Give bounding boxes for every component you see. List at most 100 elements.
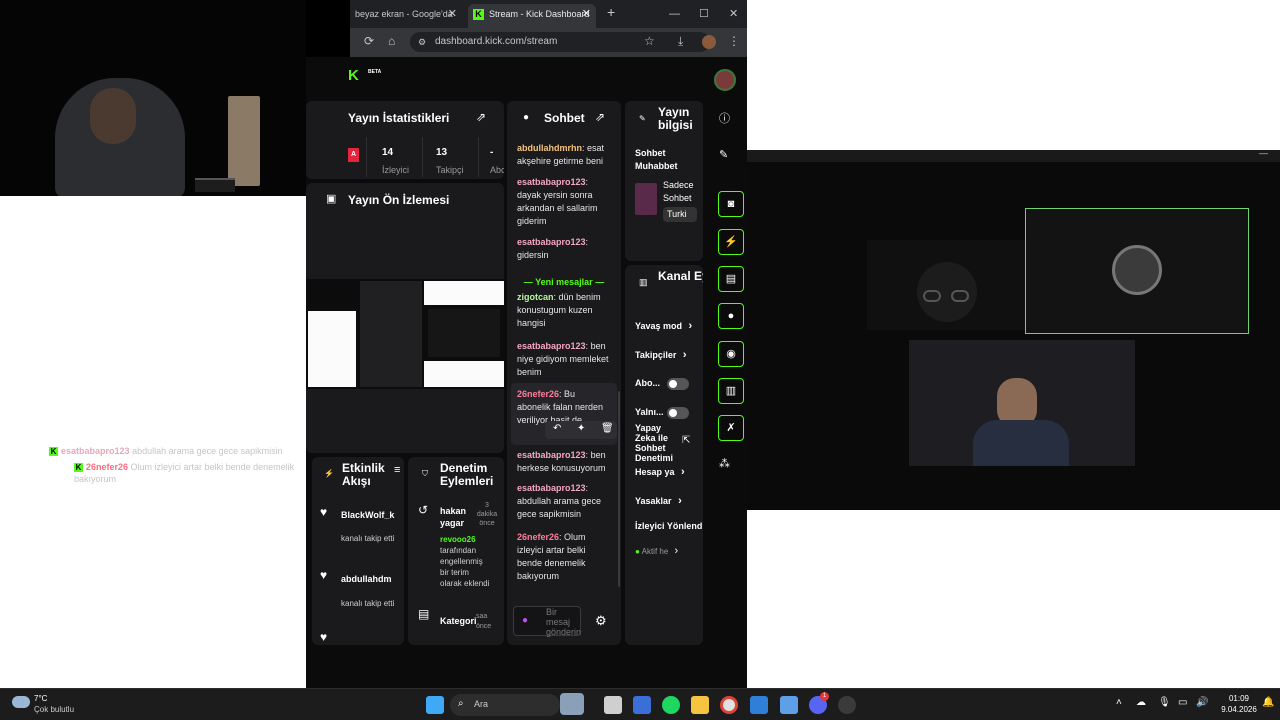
broadcast-icon[interactable]: ◉ — [718, 341, 744, 367]
ai-moderation-row[interactable]: Yapay Zeka ile Sohbet Denetimi — [635, 423, 681, 463]
subscribers-only-row: Abo... — [635, 378, 660, 388]
kick-badge-icon: K — [74, 463, 83, 473]
new-tab-button[interactable]: + — [602, 2, 622, 26]
bans-row[interactable]: Yasaklar › — [635, 495, 682, 507]
chrome-icon[interactable] — [720, 696, 738, 714]
delete-icon[interactable]: 🗑 — [601, 423, 614, 434]
obs-icon[interactable] — [838, 696, 856, 714]
info-icon[interactable]: ⓘ — [719, 110, 730, 126]
notes-icon[interactable]: ▤ — [718, 266, 744, 292]
activity-text: kanalı takip etti — [341, 534, 395, 543]
maximize-button[interactable]: ☐ — [694, 4, 714, 28]
chat-settings-icon[interactable]: ⚙ — [595, 613, 607, 629]
participant-video-active[interactable] — [1025, 208, 1249, 334]
external-link-icon[interactable]: ⇱ — [682, 435, 690, 446]
file-explorer-icon[interactable] — [691, 696, 709, 714]
category-thumbnail[interactable] — [635, 183, 657, 215]
tab-kick-dashboard[interactable]: K Stream - Kick Dashboard ✕ — [468, 4, 596, 28]
chat-message: abdullahdmrhn: esat akşehire getirme ben… — [517, 143, 605, 166]
volume-icon[interactable]: 🔊 — [1196, 697, 1208, 708]
camera-icon[interactable]: ◙ — [718, 191, 744, 217]
temperature[interactable]: 7°C — [34, 694, 47, 703]
cloud-icon[interactable] — [12, 696, 30, 708]
app-icon[interactable] — [780, 696, 798, 714]
icon-rail: ⓘ ✎ ◙ ⚡ ▤ ● ◉ ▥ ✗ ⁂ — [706, 101, 747, 481]
chat-input[interactable]: ● Bir mesaj gönderin — [513, 606, 581, 637]
followers-only-row[interactable]: Takipçiler › — [635, 349, 687, 361]
chat-message: esatbabapro123: ben herkese konusuyorum — [517, 450, 606, 473]
kick-logo[interactable]: K — [348, 67, 359, 84]
microphone-icon[interactable]: 🎙 — [1158, 697, 1171, 708]
slow-mode-row[interactable]: Yavaş mod › — [635, 320, 692, 332]
reply-icon[interactable]: ↶ — [553, 423, 561, 434]
moderator-name[interactable]: revooo26 — [440, 535, 476, 544]
close-window-button[interactable]: ✕ — [724, 4, 744, 28]
kick-badge-icon: K — [49, 447, 58, 457]
kick-favicon-icon: K — [473, 9, 484, 21]
store-icon[interactable] — [633, 696, 651, 714]
message-actions: ↶ ✦ 🗑 — [545, 421, 617, 439]
activity-title: Etkinlik Akışı — [342, 461, 385, 488]
minimize-icon[interactable]: — — [1259, 148, 1268, 158]
layout-icon[interactable]: ▥ — [718, 378, 744, 404]
category-name[interactable]: Sadece Sohbet — [663, 179, 697, 205]
live-badge: A — [348, 148, 359, 162]
participant-avatar — [1112, 245, 1162, 295]
chat-icon[interactable]: ● — [718, 303, 744, 329]
chat-scrollbar[interactable] — [618, 391, 620, 587]
network-icon[interactable]: ▭ — [1178, 697, 1187, 708]
bookmark-star-icon[interactable]: ☆ — [644, 34, 655, 48]
moderation-user: hakan yagar — [440, 506, 467, 528]
filter-icon[interactable]: ≡ — [394, 464, 400, 476]
moderation-time: saa önce — [476, 613, 492, 630]
close-tab-icon[interactable]: ✕ — [582, 4, 591, 24]
account-age-row[interactable]: Hesap ya › — [635, 466, 685, 478]
mail-icon[interactable] — [750, 696, 768, 714]
weather-text[interactable]: Çok bulutlu — [34, 705, 74, 714]
moderation-title: Denetim Eylemleri — [440, 461, 494, 488]
video-call-window: — — [747, 148, 1280, 510]
chevron-up-icon[interactable]: ˄ — [1116, 697, 1122, 708]
tab-google[interactable]: beyaz ekran - Google'da ✕ — [350, 4, 462, 28]
home-icon[interactable]: ⌂ — [388, 34, 395, 48]
minimize-button[interactable]: — — [664, 4, 684, 28]
popout-icon[interactable]: ⇗ — [476, 110, 486, 124]
profile-avatar[interactable] — [702, 35, 716, 49]
clock-date[interactable]: 9.04.2026 — [1214, 705, 1264, 714]
notifications-bell-icon[interactable]: 🔔 — [1262, 697, 1274, 708]
lightning-icon[interactable]: ⚡ — [718, 229, 744, 255]
new-messages-divider[interactable]: — Yeni mesajlar — — [511, 277, 617, 287]
download-icon[interactable]: ⤓ — [678, 34, 683, 49]
windows-start-icon[interactable] — [426, 696, 444, 714]
task-view-icon[interactable] — [604, 696, 622, 714]
activity-panel: ⚡ Etkinlik Akışı ≡ ♥ BlackWolf_k kanalı … — [312, 457, 404, 645]
menu-dots-icon[interactable]: ⋮ — [728, 34, 740, 48]
divider — [478, 137, 479, 177]
wrench-icon[interactable]: ✗ — [718, 415, 744, 441]
spotify-icon[interactable] — [662, 696, 680, 714]
clock-time[interactable]: 01:09 — [1224, 694, 1254, 703]
subscribers-toggle[interactable] — [667, 378, 689, 390]
microphone-icon[interactable]: ● — [522, 615, 528, 626]
active-status-row[interactable]: ● Aktif he › — [635, 545, 678, 557]
nodes-icon[interactable]: ⁂ — [719, 457, 730, 470]
pin-icon[interactable]: ✦ — [577, 423, 585, 434]
chat-message: esatbabapro123: dayak yersin sonra arkan… — [517, 177, 598, 226]
popout-icon[interactable]: ⇗ — [595, 110, 605, 124]
onedrive-icon[interactable]: ☁ — [1136, 697, 1146, 708]
user-avatar[interactable] — [714, 69, 736, 91]
viewer-redirect-row[interactable]: İzleyici Yönlend — [635, 521, 702, 531]
close-tab-icon[interactable]: ✕ — [448, 4, 457, 24]
emotes-toggle[interactable] — [667, 407, 689, 419]
activity-user[interactable]: abdullahdm — [341, 574, 392, 584]
reload-icon[interactable]: ⟳ — [364, 34, 374, 48]
site-info-icon[interactable]: ⚙ — [418, 32, 426, 52]
stream-preview-video[interactable] — [306, 279, 504, 389]
url-field[interactable]: ⚙ dashboard.kick.com/stream — [410, 32, 710, 52]
search-box[interactable]: ⌕ Ara — [450, 693, 584, 716]
edit-icon[interactable]: ✎ — [719, 148, 728, 161]
chat-message: esatbabapro123: gidersin — [517, 237, 589, 260]
undo-icon[interactable]: ↺ — [418, 503, 428, 517]
actions-icon: ▥ — [639, 277, 648, 287]
activity-user[interactable]: BlackWolf_k — [341, 510, 394, 520]
